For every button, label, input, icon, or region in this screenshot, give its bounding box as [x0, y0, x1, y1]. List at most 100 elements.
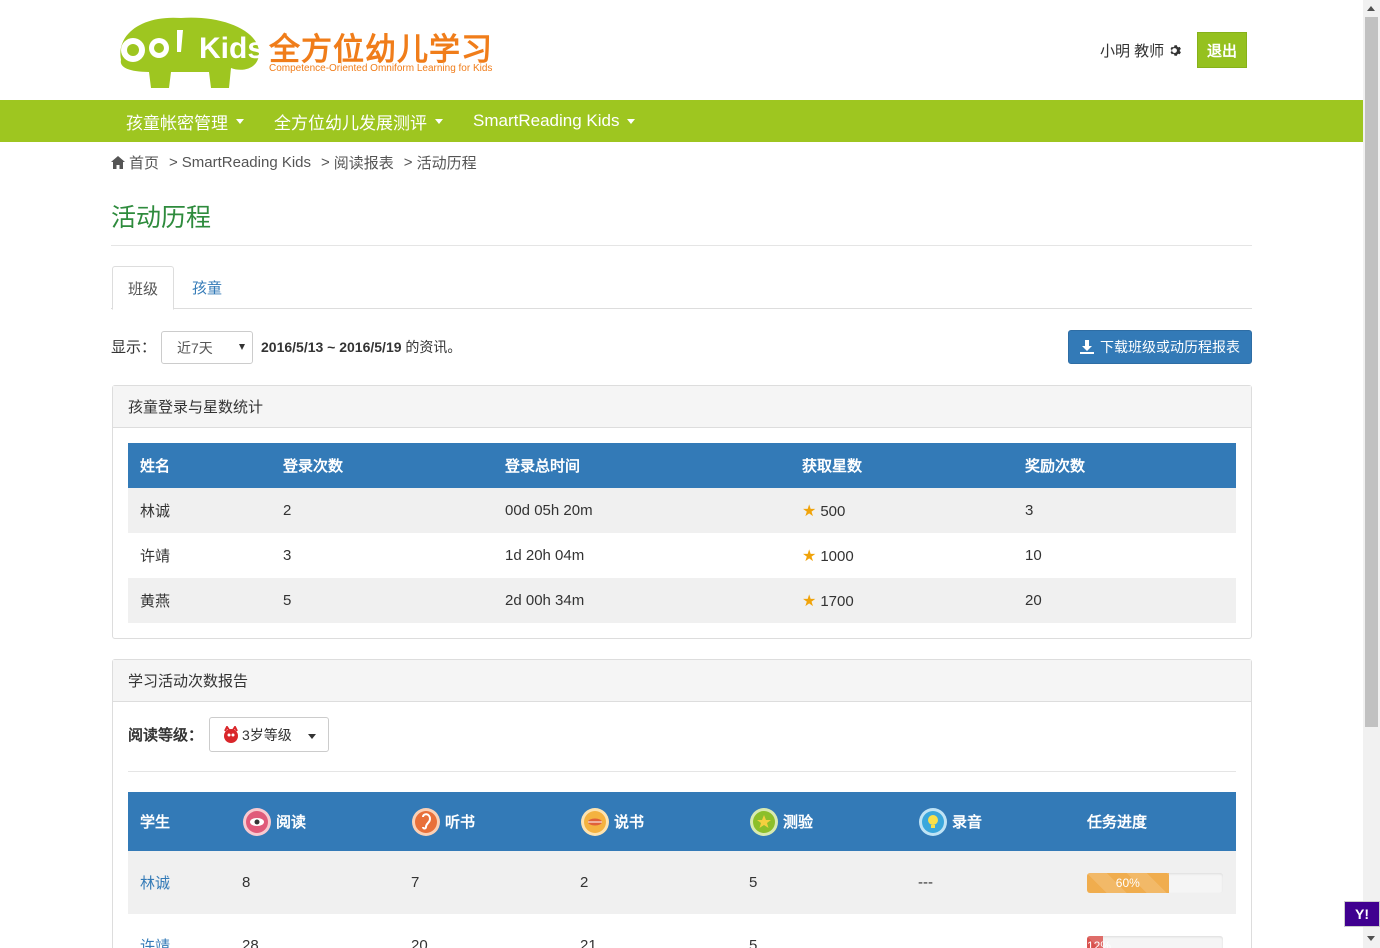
quiz-star-icon	[750, 807, 778, 836]
logout-button[interactable]: 退出	[1197, 32, 1247, 68]
main-nav: 孩童帐密管理 全方位幼儿发展测评 SmartReading Kids	[0, 100, 1363, 142]
column-header-read: 阅读	[230, 792, 399, 851]
nav-item-smartreading[interactable]: SmartReading Kids	[473, 100, 636, 142]
student-link[interactable]: 林诚	[140, 875, 170, 892]
cell-quiz: 5	[749, 937, 758, 948]
caret-down-icon	[627, 118, 636, 124]
cell-student: 林诚	[128, 851, 230, 914]
cell-read: 28	[242, 937, 259, 948]
cell-rewards: 3	[1013, 488, 1236, 533]
user-name: 小明 教师	[1100, 43, 1165, 60]
ear-icon	[412, 807, 440, 836]
cell-progress: 60%	[1075, 851, 1236, 914]
elephant-logo-icon: Kids	[120, 17, 264, 88]
star-icon: ★	[802, 502, 817, 520]
stars-value: 1700	[820, 592, 854, 610]
level-label: 阅读等级：	[128, 727, 204, 744]
nav-item-assessment[interactable]: 全方位幼儿发展测评	[274, 100, 443, 142]
tab-class[interactable]: 班级	[112, 266, 175, 310]
breadcrumb-separator: >	[169, 154, 178, 171]
scroll-down-arrow-icon[interactable]	[1367, 936, 1375, 941]
table-row: 黄燕 5 2d 00h 34m ★ 1700 20	[128, 578, 1236, 623]
cell-read: 8	[230, 851, 399, 914]
cell-logins: 2	[271, 488, 493, 533]
login-stats-table: 姓名 登录次数 登录总时间 获取星数 奖励次数 林诚 2 00d 05h 20m…	[128, 443, 1236, 623]
nav-item-label: SmartReading Kids	[473, 111, 620, 130]
column-header: 奖励次数	[1013, 443, 1236, 488]
svg-text:Kids: Kids	[199, 32, 264, 65]
table-row: 林诚 8 7 2 5 --- 60%	[128, 851, 1236, 914]
site-header: Kids 全方位幼儿学习 Competence-Oriented Omnifor…	[0, 0, 1363, 100]
date-range-text: 2016/5/13 ~ 2016/5/19 的资讯。	[261, 337, 461, 357]
cell-rewards: 20	[1013, 578, 1236, 623]
tab-child[interactable]: 孩童	[177, 266, 237, 309]
monster-icon	[224, 725, 239, 743]
caret-down-icon	[435, 118, 443, 124]
download-icon	[1080, 340, 1094, 354]
nav-item-label: 全方位幼儿发展测评	[274, 113, 427, 133]
cell-time: 2d 00h 34m	[493, 578, 790, 623]
scroll-up-arrow-icon[interactable]	[1367, 6, 1375, 11]
breadcrumb-separator: >	[403, 154, 413, 171]
table-row: 许靖 28 20 21 5 12%	[128, 914, 1236, 948]
cell-stars: ★ 1700	[790, 578, 1013, 623]
cell-tell: 21	[580, 937, 597, 948]
vertical-scrollbar[interactable]	[1363, 0, 1380, 948]
period-select-value: 近7天	[177, 339, 213, 356]
table-row: 林诚 2 00d 05h 20m ★ 500 3	[128, 488, 1236, 533]
breadcrumb: 首页 > SmartReading Kids > 阅读报表 > 活动历程	[111, 152, 477, 173]
panel-heading: 学习活动次数报告	[113, 660, 1251, 702]
nav-item-account[interactable]: 孩童帐密管理	[126, 100, 244, 142]
period-select[interactable]: 近7天	[161, 331, 253, 364]
cell-listen: 7	[399, 851, 568, 914]
star-icon: ★	[802, 547, 817, 565]
level-select-value: 3岁等级	[242, 726, 292, 743]
progress-bar: 12%	[1087, 935, 1223, 948]
star-icon: ★	[802, 592, 817, 610]
eye-icon	[243, 807, 271, 836]
column-header-tell: 说书	[568, 792, 737, 851]
cell-record	[906, 914, 1075, 948]
logo[interactable]: Kids 全方位幼儿学习 Competence-Oriented Omnifor…	[111, 10, 511, 92]
cell-stars: ★ 500	[790, 488, 1013, 533]
column-label: 听书	[445, 814, 476, 831]
date-range: 2016/5/13 ~ 2016/5/19	[261, 339, 402, 355]
cell-name: 黄燕	[128, 578, 271, 623]
cell-name: 林诚	[128, 488, 271, 533]
cell-tell: 2	[568, 851, 737, 914]
cell-record: ---	[906, 851, 1075, 914]
activity-table: 学生 阅读 听书 说书 测验 录音 任务进度 林诚 8 7 2 5 --- 60…	[128, 792, 1236, 948]
cell-time: 00d 05h 20m	[493, 488, 790, 533]
level-select[interactable]: 3岁等级	[209, 717, 330, 752]
cell-logins: 5	[271, 578, 493, 623]
student-link[interactable]: 许靖	[140, 938, 170, 948]
dropdown-arrow-icon	[239, 344, 245, 350]
date-range-suffix: 的资讯。	[401, 339, 462, 355]
caret-down-icon	[236, 118, 244, 124]
cell-student: 许靖	[128, 914, 230, 948]
cell-logins: 3	[283, 547, 292, 564]
user-menu[interactable]: 小明 教师	[1100, 40, 1182, 61]
activity-report-panel: 学习活动次数报告 阅读等级： 3岁等级 学生 阅读 听书 说书 测验 录音 任务…	[112, 659, 1252, 948]
breadcrumb-home[interactable]: 首页	[129, 152, 159, 173]
column-header: 任务进度	[1075, 792, 1236, 851]
view-tabs: 班级 孩童	[111, 266, 1252, 310]
column-header: 获取星数	[790, 443, 1013, 488]
download-report-button[interactable]: 下载班级或动历程报表	[1068, 330, 1252, 364]
page-title: 活动历程	[111, 203, 212, 232]
download-label: 下载班级或动历程报表	[1100, 339, 1240, 355]
column-label: 阅读	[276, 814, 307, 831]
lightbulb-icon	[919, 807, 947, 836]
column-label: 说书	[614, 814, 645, 831]
table-row: 许靖 3 1d 20h 04m ★ 1000 10	[128, 533, 1236, 578]
scroll-thumb[interactable]	[1365, 17, 1378, 727]
breadcrumb-reading-report[interactable]: 阅读报表	[334, 152, 394, 173]
login-stats-panel: 孩童登录与星数统计 姓名 登录次数 登录总时间 获取星数 奖励次数 林诚 2 0…	[112, 385, 1252, 639]
cell-quiz: 5	[737, 851, 906, 914]
mouth-icon	[581, 807, 609, 836]
panel-heading: 孩童登录与星数统计	[113, 386, 1251, 428]
breadcrumb-smartreading[interactable]: SmartReading Kids	[182, 154, 311, 171]
nav-item-label: 孩童帐密管理	[126, 113, 228, 133]
yahoo-toolbar-icon[interactable]: Y!	[1344, 901, 1380, 927]
progress-fill: 12%	[1087, 935, 1111, 948]
